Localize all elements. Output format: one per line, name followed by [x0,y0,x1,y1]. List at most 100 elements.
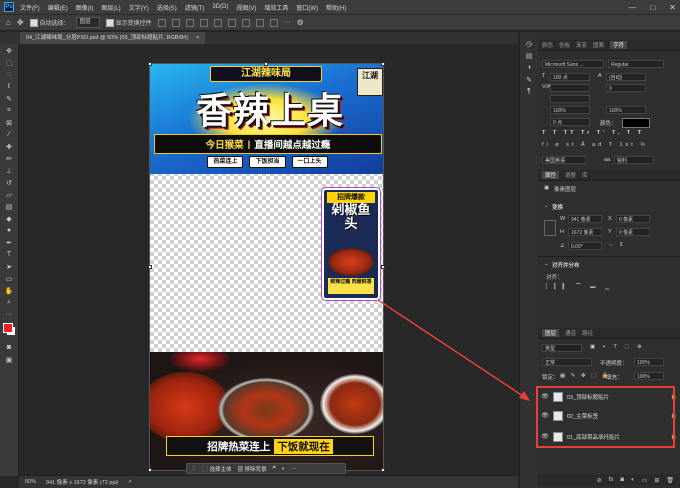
x-field[interactable]: 0 像素 [616,215,650,223]
antialias-select[interactable]: 锐利 [614,156,654,164]
eraser-tool-icon[interactable]: ▱ [2,189,16,200]
properties-panel-icon[interactable]: ▤ [522,50,536,61]
align-top-icon[interactable] [199,18,208,27]
tab-layers[interactable]: 图层 [542,329,560,337]
zoom-level[interactable]: 50% [25,479,36,485]
layer-kind-filter[interactable]: 类型 [542,344,582,352]
move-tool-icon[interactable]: ✥ [17,18,24,27]
path-select-icon[interactable]: ➤ [2,261,16,272]
menu-window[interactable]: 窗口(W) [296,3,318,12]
font-family-select[interactable]: Microsoft Sans ... [542,60,604,68]
type-tool-icon[interactable]: T [2,249,16,260]
top-title-banner[interactable]: 江湖辣味局 香辣上桌 江湖 今日猴菜 | 直播间越点越过瘾 热菜连上 下饭担当 … [150,64,383,174]
new-adjustment-icon[interactable]: ◐ [631,477,635,483]
menu-view[interactable]: 视图(V) [236,3,256,12]
layer-filter-icons[interactable]: ▣ ◐ T ⬚ ⊕ [590,344,645,350]
font-style-select[interactable]: Regular [608,60,664,68]
foreground-color-swatch[interactable] [3,323,13,333]
angle-field[interactable]: 0.00° [568,242,602,250]
align-middle-icon[interactable] [213,18,222,27]
link-layers-icon[interactable]: ⊘ [597,477,602,484]
delete-layer-icon[interactable]: 🗑 [666,477,674,484]
menu-file[interactable]: 文件(F) [20,3,40,12]
artboard-tool-icon[interactable]: ⬚ [2,57,16,68]
blur-tool-icon[interactable]: ◆ [2,213,16,224]
crop-tool-icon[interactable]: ⌗ [2,105,16,116]
add-mask-icon[interactable]: ◙ [620,477,624,483]
tab-swatches[interactable]: 色板 [559,41,570,49]
type-style-buttons[interactable]: T T TT Tr T' T, T Ŧ [542,130,644,136]
layer-style-icon[interactable]: fx [609,477,614,483]
fill-field[interactable]: 100% [634,372,664,380]
font-size-field[interactable]: 100 点 [550,73,590,81]
transform-handle[interactable] [381,62,385,66]
tracking-field[interactable]: 0 [606,84,646,92]
eyedropper-tool-icon[interactable]: ⁄ [2,129,16,140]
minimize-button[interactable]: — [628,3,636,12]
paragraph-panel-icon[interactable]: ¶ [522,86,536,97]
transform-chevron-icon[interactable]: ⌄ [544,203,549,209]
distribute-v-icon[interactable] [269,18,278,27]
menu-layer[interactable]: 图层(L) [101,3,120,12]
align-chevron-icon[interactable]: ⌄ [544,261,549,267]
settings-gear-icon[interactable]: ⚙ [297,18,304,27]
transform-icon[interactable]: ⌗ [273,465,276,472]
distribute-h-icon[interactable] [255,18,264,27]
menu-help[interactable]: 帮助(H) [326,3,346,12]
text-color-swatch[interactable] [622,118,650,128]
drag-handle-icon[interactable]: ⋮ [191,466,197,472]
blend-mode-select[interactable]: 正常 [542,358,592,366]
auto-select-checkbox[interactable]: 自动选择： [29,18,70,28]
height-field[interactable]: 1672 像素 [568,228,602,236]
menu-filter[interactable]: 滤镜(T) [185,3,205,12]
healing-brush-icon[interactable]: ✚ [2,141,16,152]
marquee-tool-icon[interactable]: ◌ [2,69,16,80]
auto-select-dropdown[interactable]: 图层 [75,17,100,28]
pen-tool-icon[interactable]: ✒ [2,237,16,248]
transform-handle[interactable] [148,62,152,66]
align-center-icon[interactable] [171,18,180,27]
quick-mask-icon[interactable]: ◙ [2,342,16,353]
language-select[interactable]: 美国英语 [542,156,586,164]
tab-libraries[interactable]: 库 [582,171,588,179]
y-field[interactable]: 0 像素 [616,228,650,236]
main-dish-label-card[interactable]: 招牌爆款 剁椒鱼头 鲜辣过瘾 肉嫩鲜香 [322,188,380,300]
tsume-field[interactable] [550,95,590,103]
remove-background-button[interactable]: ▨ 移除背景 [238,465,267,473]
new-group-icon[interactable]: ▭ [642,477,648,484]
tab-color[interactable]: 颜色 [542,41,553,49]
screen-mode-icon[interactable]: ▣ [2,354,16,365]
link-dimensions-icon[interactable] [544,220,556,236]
transform-handle[interactable] [148,265,152,269]
zoom-tool-icon[interactable]: ⌕ [2,297,16,308]
close-window-button[interactable]: ✕ [669,3,676,12]
menu-edit[interactable]: 编辑(E) [48,3,68,12]
align-left-icon[interactable] [157,18,166,27]
vertical-scale-field[interactable]: 100% [550,106,590,114]
opacity-field[interactable]: 100% [634,358,664,366]
history-panel-icon[interactable]: ◷ [522,38,536,49]
show-transform-checkbox[interactable]: 显示变换控件 [105,18,152,28]
tab-gradients[interactable]: 渐变 [576,41,587,49]
horizontal-scale-field[interactable]: 100% [606,106,646,114]
align-bottom-icon[interactable] [227,18,236,27]
align-buttons[interactable]: ▏▎▍ ▔ ▬ ▁ [546,284,613,290]
select-subject-button[interactable]: ⬚ 选择主体 [203,465,232,473]
maximize-button[interactable]: □ [650,3,655,12]
width-field[interactable]: 941 像素 [568,215,602,223]
lock-icons[interactable]: ▦ ✎ ✥ ⬚ 🔒 [560,373,611,379]
menu-3d[interactable]: 3D(D) [212,4,228,10]
tab-character[interactable]: 字符 [610,41,628,49]
menu-image[interactable]: 图像(I) [76,3,94,12]
frame-tool-icon[interactable]: ⊠ [2,117,16,128]
more-tools-icon[interactable]: ··· [2,309,16,320]
document-tab[interactable]: 04_江湖辣味局_分层PSD.psd @ 50% (03_顶部标题贴片, RGB… [20,32,206,44]
more-icon[interactable]: ··· [291,466,297,472]
transform-handle[interactable] [381,468,385,472]
adjustments-panel-icon[interactable]: ◑ [522,62,536,73]
adjust-icon[interactable]: ◐ [282,466,285,472]
close-tab-icon[interactable]: × [196,32,199,44]
lasso-tool-icon[interactable]: ℓ [2,81,16,92]
move-tool-icon[interactable]: ✥ [2,45,16,56]
rectangle-tool-icon[interactable]: ▭ [2,273,16,284]
